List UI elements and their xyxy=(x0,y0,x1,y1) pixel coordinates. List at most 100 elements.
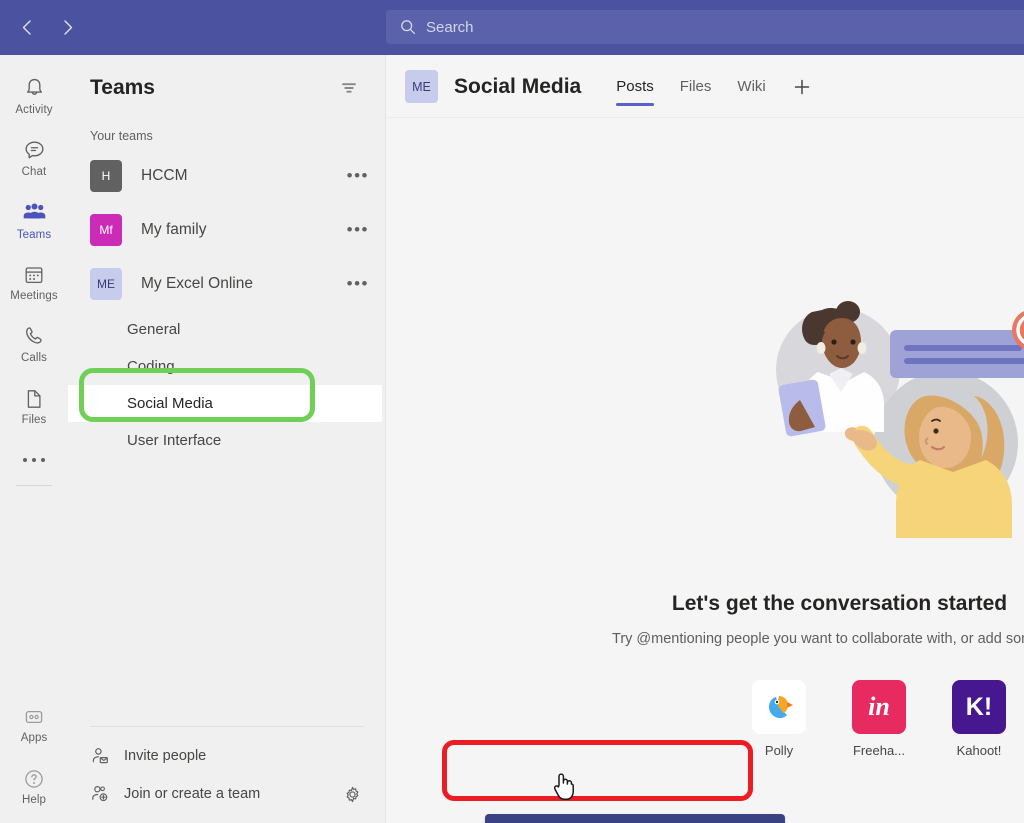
footer-divider xyxy=(90,726,364,727)
channel-row-coding[interactable]: Coding xyxy=(68,348,385,385)
team-more-button[interactable]: ••• xyxy=(347,220,369,240)
new-conversation-area: New conversation xyxy=(485,814,805,823)
rail-item-calls[interactable]: Calls xyxy=(0,313,68,375)
tab-wiki[interactable]: Wiki xyxy=(724,55,778,118)
rail-label-teams: Teams xyxy=(16,229,52,241)
document-icon xyxy=(27,389,41,408)
teams-app-window: Search Activity Chat Teams Meetings Call… xyxy=(0,0,1024,823)
search-bar[interactable]: Search xyxy=(386,10,1024,44)
channel-label: Coding xyxy=(127,358,175,375)
invite-people-row[interactable]: Invite people xyxy=(68,737,386,775)
ellipsis-icon-dot xyxy=(23,458,27,462)
ellipsis-icon-dot xyxy=(32,458,36,462)
rail-item-teams[interactable]: Teams xyxy=(0,189,68,251)
rail-item-meetings[interactable]: Meetings xyxy=(0,251,68,313)
settings-button[interactable] xyxy=(340,782,364,806)
team-avatar: ME xyxy=(90,268,122,300)
rail-label-activity: Activity xyxy=(15,104,53,116)
invision-freehand-icon: in xyxy=(852,680,906,734)
app-tile-polly[interactable]: Polly xyxy=(742,680,816,758)
channel-row-user-interface[interactable]: User Interface xyxy=(68,422,385,459)
app-label-freehand: Freeha... xyxy=(852,743,906,758)
team-row-hccm[interactable]: H HCCM ••• xyxy=(68,149,385,203)
channel-label: User Interface xyxy=(127,432,222,449)
filter-icon xyxy=(342,83,356,93)
invite-people-label: Invite people xyxy=(124,748,207,764)
kahoot-icon: K! xyxy=(952,680,1006,734)
app-tile-freehand[interactable]: in Freeha... xyxy=(842,680,916,758)
filter-button[interactable] xyxy=(335,74,363,102)
rail-item-help[interactable]: Help xyxy=(0,755,68,817)
bell-icon xyxy=(26,78,42,95)
polly-parrot-icon xyxy=(752,680,806,734)
apps-grid-icon xyxy=(25,710,43,723)
join-or-create-team-label: Join or create a team xyxy=(124,786,261,802)
back-button[interactable] xyxy=(10,11,44,45)
two-people-conversation-illustration xyxy=(776,301,1024,538)
channel-label: Social Media xyxy=(127,395,213,412)
rail-more-button[interactable] xyxy=(0,437,68,483)
rail-bottom-group: Apps Help xyxy=(0,693,68,817)
teams-panel-title: Teams xyxy=(90,76,155,99)
join-or-create-team-row[interactable]: Join or create a team xyxy=(68,775,386,813)
calendar-icon xyxy=(25,266,43,283)
phone-icon xyxy=(25,327,42,344)
channel-row-social-media[interactable]: Social Media xyxy=(68,385,382,422)
channel-row-general[interactable]: General xyxy=(68,311,385,348)
top-bar: Search xyxy=(0,0,1024,55)
team-name: My Excel Online xyxy=(141,275,253,292)
navigation-arrows xyxy=(10,11,84,45)
empty-state: Let's get the conversation started Try @… xyxy=(387,118,1024,823)
team-name: My family xyxy=(141,221,207,238)
team-more-button[interactable]: ••• xyxy=(347,274,369,294)
question-circle-icon xyxy=(25,769,43,788)
suggested-apps-row: Polly in Freeha... K! Kahoot! xyxy=(742,680,1024,758)
rail-item-apps[interactable]: Apps xyxy=(0,693,68,755)
rail-label-calls: Calls xyxy=(20,352,48,364)
tab-files-label: Files xyxy=(679,78,712,95)
empty-state-subtitle: Try @mentioning people you want to colla… xyxy=(612,631,1024,647)
person-mail-icon xyxy=(92,748,108,764)
teams-panel-header: Teams xyxy=(68,55,385,121)
chat-bubble-icon xyxy=(24,141,44,159)
empty-state-title: Let's get the conversation started xyxy=(671,592,1008,615)
your-teams-label: Your teams xyxy=(90,129,153,143)
new-conversation-button[interactable]: New conversation xyxy=(485,814,785,823)
app-rail: Activity Chat Teams Meetings Calls Files… xyxy=(0,55,68,823)
rail-label-help: Help xyxy=(21,793,47,806)
people-icon xyxy=(23,203,45,219)
forward-button[interactable] xyxy=(50,11,84,45)
rail-label-chat: Chat xyxy=(21,166,47,178)
rail-label-apps: Apps xyxy=(20,731,48,744)
chevron-left-icon xyxy=(22,20,31,35)
search-icon xyxy=(401,20,416,35)
main-content: ME Social Media Posts Files Wiki Let's g… xyxy=(387,55,1024,823)
team-row-my-excel-online[interactable]: ME My Excel Online ••• xyxy=(68,257,385,311)
rail-item-chat[interactable]: Chat xyxy=(0,127,68,189)
team-avatar: H xyxy=(90,160,122,192)
teams-panel-footer: Invite people Join or create a team xyxy=(68,726,386,823)
channel-label: General xyxy=(127,321,181,338)
tab-wiki-label: Wiki xyxy=(737,78,766,95)
team-avatar: Mf xyxy=(90,214,122,246)
app-label-polly: Polly xyxy=(764,743,794,758)
tab-files[interactable]: Files xyxy=(667,55,725,118)
gear-icon xyxy=(346,786,358,802)
rail-item-files[interactable]: Files xyxy=(0,375,68,437)
search-placeholder: Search xyxy=(426,18,474,36)
team-row-my-family[interactable]: Mf My family ••• xyxy=(68,203,385,257)
team-more-button[interactable]: ••• xyxy=(347,166,369,186)
app-label-kahoot: Kahoot! xyxy=(956,743,1002,758)
chevron-right-icon xyxy=(63,20,72,35)
app-tile-kahoot[interactable]: K! Kahoot! xyxy=(942,680,1016,758)
team-name: HCCM xyxy=(141,167,188,184)
tab-posts[interactable]: Posts xyxy=(603,55,667,118)
rail-label-meetings: Meetings xyxy=(10,289,58,302)
ellipsis-icon-dot xyxy=(41,458,45,462)
channel-tabs: Posts Files Wiki xyxy=(603,55,825,118)
channel-title: Social Media xyxy=(454,74,582,98)
rail-item-activity[interactable]: Activity xyxy=(0,65,68,127)
add-tab-button[interactable] xyxy=(779,55,825,118)
rail-divider xyxy=(16,485,52,486)
channel-avatar: ME xyxy=(405,70,438,103)
